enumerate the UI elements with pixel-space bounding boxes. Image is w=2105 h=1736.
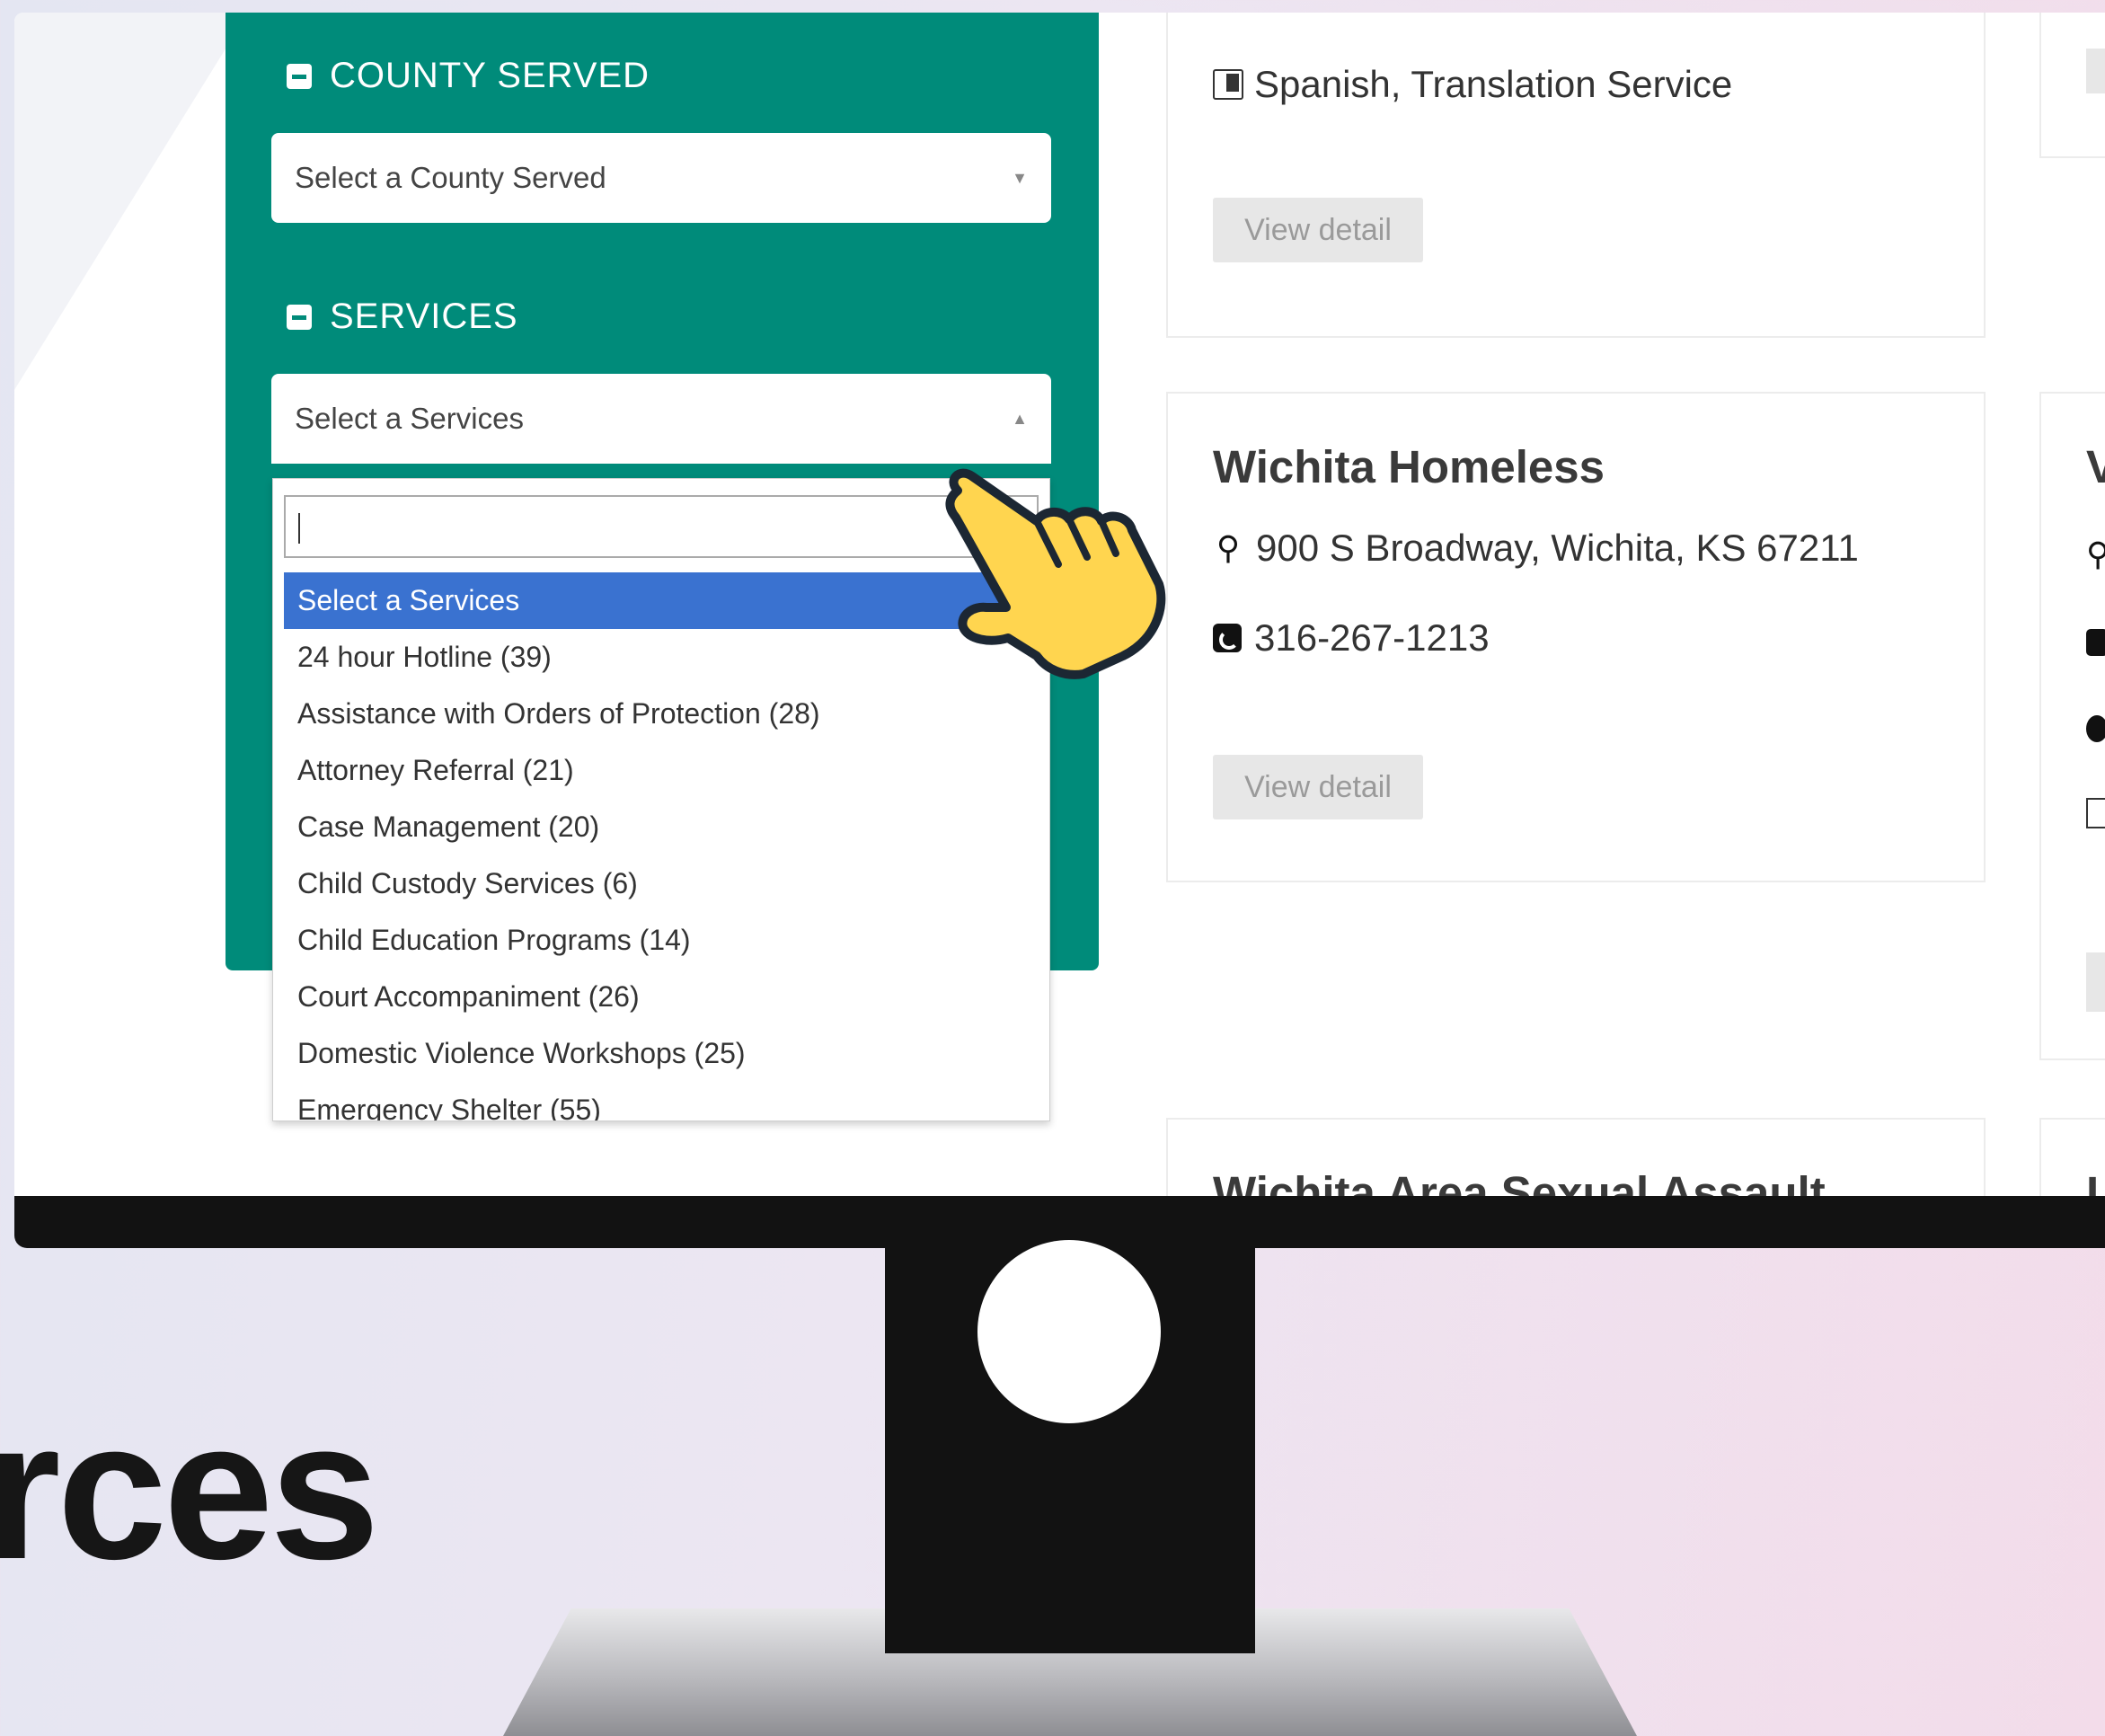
minus-square-icon (287, 304, 312, 330)
card-phone: 316-267-1213 (1213, 616, 1490, 660)
translate-icon (2086, 798, 2105, 828)
services-search-input[interactable] (284, 495, 1039, 558)
monitor-stand-foot-joint (885, 1608, 1255, 1653)
card-phone-text: 316-267-1213 (1254, 616, 1490, 659)
view-detail-button[interactable]: View detail (1213, 198, 1423, 262)
map-marker-icon: ⚲ (1216, 529, 1241, 566)
card-languages-text: Spanish, Translation Service (1254, 63, 1733, 105)
services-option[interactable]: Select a Services (284, 572, 1039, 629)
services-option[interactable]: Case Management (20) (284, 799, 1039, 855)
county-served-placeholder: Select a County Served (295, 161, 606, 194)
services-option[interactable]: Domestic Violence Workshops (25) (284, 1025, 1039, 1082)
resource-card-right-top (2039, 13, 2105, 158)
monitor-frame: COUNTY SERVED Select a County Served ▼ S… (14, 13, 2105, 1248)
view-detail-button-partial[interactable] (2086, 49, 2105, 93)
services-option[interactable]: Emergency Shelter (55) (284, 1082, 1039, 1120)
phone-icon (1213, 624, 1242, 652)
view-detail-button-partial[interactable] (2086, 952, 2105, 1012)
text-cursor (298, 513, 300, 544)
globe-icon (2086, 715, 2105, 742)
chevron-up-icon: ▲ (1012, 410, 1028, 428)
resource-card-top: Spanish, Translation Service View detail (1166, 13, 1986, 338)
card-address: ⚲ 900 S Broadway, Wichita, KS 67211 (1213, 527, 1859, 570)
card-address-text: 900 S Broadway, Wichita, KS 67211 (1256, 527, 1859, 569)
services-option[interactable]: Attorney Referral (21) (284, 742, 1039, 799)
county-served-toggle[interactable]: COUNTY SERVED (287, 56, 650, 96)
pointing-hand-icon (945, 468, 1166, 679)
card-title-partial: V (2086, 441, 2105, 492)
minus-square-icon (287, 63, 312, 89)
card-title-partial: Wichita Area Sexual Assault (1213, 1167, 1826, 1196)
services-option[interactable]: Child Custody Services (6) (284, 855, 1039, 912)
card-title-partial: I (2086, 1167, 2100, 1196)
page-headline: rces (0, 1379, 380, 1600)
screen-sheen (14, 13, 248, 390)
services-option[interactable]: 24 hour Hotline (39) (284, 629, 1039, 686)
view-detail-button[interactable]: View detail (1213, 755, 1423, 819)
county-served-select[interactable]: Select a County Served ▼ (271, 133, 1051, 223)
resource-card-bottom: Wichita Area Sexual Assault (1166, 1118, 1986, 1196)
map-marker-icon: ⚲ (2086, 536, 2105, 572)
services-placeholder: Select a Services (295, 402, 524, 435)
services-option[interactable]: Child Education Programs (14) (284, 912, 1039, 969)
services-select[interactable]: Select a Services ▲ (271, 374, 1051, 464)
services-options-list: Select a Services 24 hour Hotline (39) A… (284, 572, 1039, 1120)
services-option[interactable]: Assistance with Orders of Protection (28… (284, 686, 1039, 742)
services-option[interactable]: Court Accompaniment (26) (284, 969, 1039, 1025)
resource-card-wichita-homeless: Wichita Homeless ⚲ 900 S Broadway, Wichi… (1166, 392, 1986, 882)
card-title: Wichita Homeless (1213, 441, 1605, 492)
monitor-screen: COUNTY SERVED Select a County Served ▼ S… (14, 13, 2105, 1196)
phone-icon (2086, 629, 2105, 656)
monitor-stand-cable-hole (977, 1240, 1161, 1423)
county-served-heading: COUNTY SERVED (330, 56, 650, 95)
services-toggle[interactable]: SERVICES (287, 297, 518, 337)
resource-card-right: V ⚲ (2039, 392, 2105, 1060)
chevron-down-icon: ▼ (1012, 169, 1028, 187)
resource-card-right-bottom: I (2039, 1118, 2105, 1196)
services-heading: SERVICES (330, 297, 518, 336)
card-languages: Spanish, Translation Service (1213, 63, 1732, 106)
translate-icon (1213, 69, 1243, 100)
